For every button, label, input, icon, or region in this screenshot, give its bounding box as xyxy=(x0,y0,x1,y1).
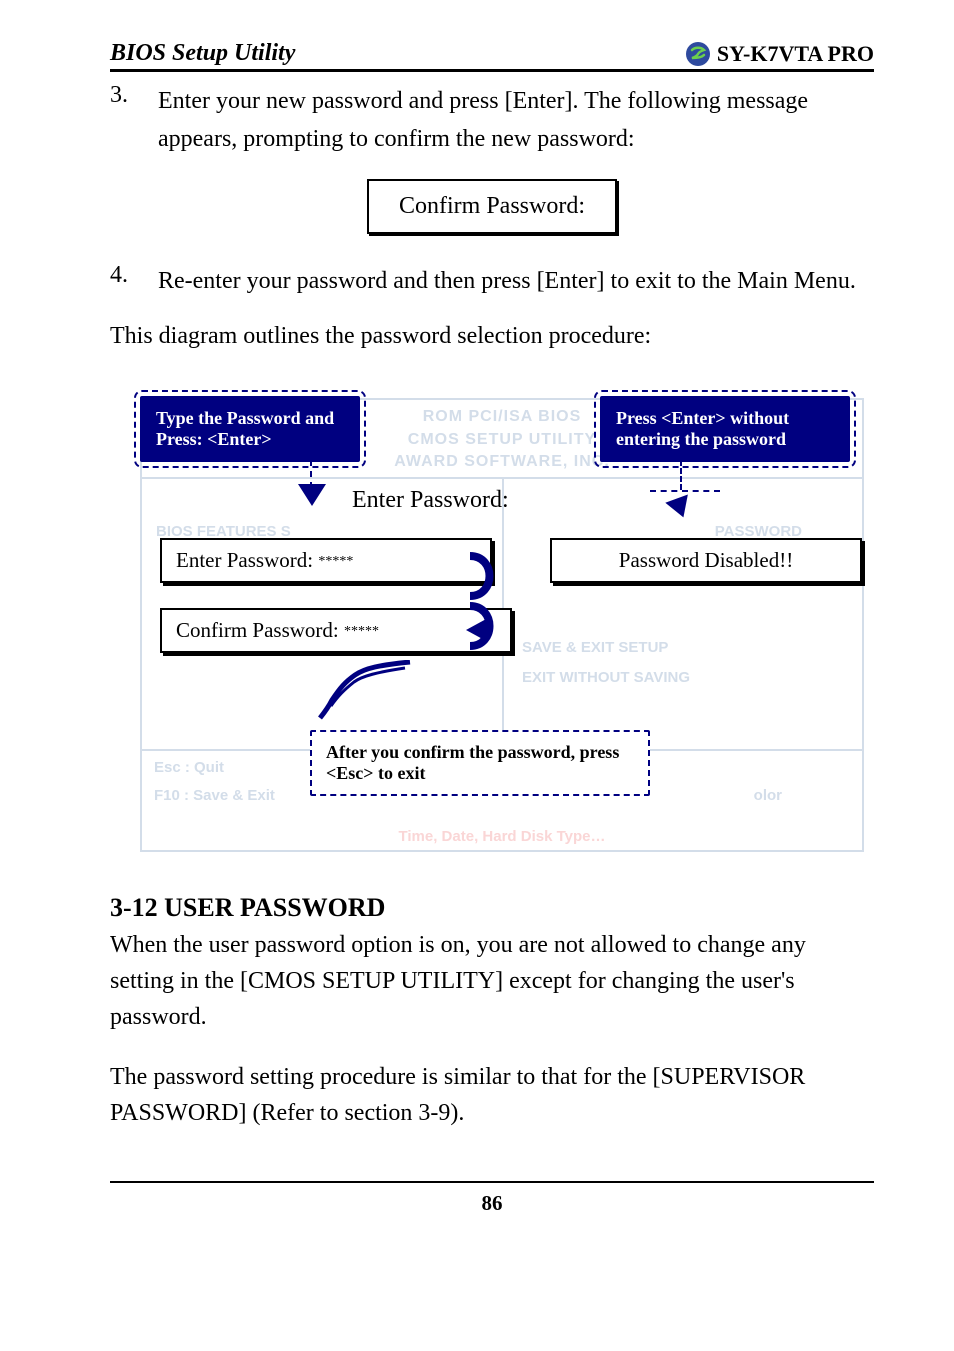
callout-after-confirm: After you confirm the password, press <E… xyxy=(310,730,650,796)
callout-type-password: Type the Password and Press: <Enter> xyxy=(140,396,360,462)
bg-enter-password: Enter Password: xyxy=(352,487,509,514)
section-p2: The password setting procedure is simila… xyxy=(110,1059,874,1131)
bg-t1: ROM PCI/ISA BIOS xyxy=(423,408,582,425)
enter-password-label: Enter Password: xyxy=(176,548,318,572)
step-text: Enter your new password and press [Enter… xyxy=(158,82,874,159)
step-number: 4. xyxy=(110,262,158,300)
header-left: BIOS Setup Utility xyxy=(110,40,295,67)
footer-rule xyxy=(110,1181,874,1183)
brand-logo-icon xyxy=(685,41,711,67)
bg-save-exit: SAVE & EXIT SETUP xyxy=(522,639,668,656)
section-p1: When the user password option is on, you… xyxy=(110,927,874,1035)
header-right: SY-K7VTA PRO xyxy=(685,41,874,67)
arrow-left-icon xyxy=(466,618,488,642)
step-4: 4. Re-enter your password and then press… xyxy=(110,262,874,300)
section-heading: 3-12 USER PASSWORD xyxy=(110,893,874,923)
callout-press-enter-without: Press <Enter> without entering the passw… xyxy=(600,396,850,462)
confirm-password-label: Confirm Password: xyxy=(176,618,344,642)
callout-text: Type the Password and Press: <Enter> xyxy=(156,408,334,449)
bg-f10: F10 : Save & Exit xyxy=(154,787,275,804)
password-disabled-text: Password Disabled!! xyxy=(619,548,793,572)
enter-password-stars: ***** xyxy=(318,554,353,569)
password-disabled-box: Password Disabled!! xyxy=(550,538,862,583)
page-number: 86 xyxy=(110,1191,874,1216)
squiggle-arrow-icon xyxy=(310,660,420,730)
bg-t3: AWARD SOFTWARE, INC. xyxy=(394,453,610,470)
bg-t2: CMOS SETUP UTILITY xyxy=(408,431,596,448)
outline-paragraph: This diagram outlines the password selec… xyxy=(110,318,874,354)
product-name: SY-K7VTA PRO xyxy=(717,41,874,67)
confirm-password-box: Confirm Password: xyxy=(367,179,617,234)
page-header: BIOS Setup Utility SY-K7VTA PRO xyxy=(110,40,874,72)
bg-color: olor xyxy=(754,787,782,804)
bg-bottom: Time, Date, Hard Disk Type… xyxy=(142,828,862,845)
bg-exit-without: EXIT WITHOUT SAVING xyxy=(522,669,690,686)
callout-text: After you confirm the password, press <E… xyxy=(326,742,619,783)
step-number: 3. xyxy=(110,82,158,159)
bg-esc: Esc : Quit xyxy=(154,759,224,776)
step-3: 3. Enter your new password and press [En… xyxy=(110,82,874,159)
callout-text: Press <Enter> without entering the passw… xyxy=(616,408,789,449)
arrow-down-icon xyxy=(298,484,326,506)
confirm-password-input-box: Confirm Password: ***** xyxy=(160,608,512,653)
confirm-password-stars: ***** xyxy=(344,624,379,639)
password-diagram: ROM PCI/ISA BIOS CMOS SETUP UTILITY AWAR… xyxy=(110,378,870,853)
enter-password-box: Enter Password: ***** xyxy=(160,538,492,583)
step-text: Re-enter your password and then press [E… xyxy=(158,262,874,300)
